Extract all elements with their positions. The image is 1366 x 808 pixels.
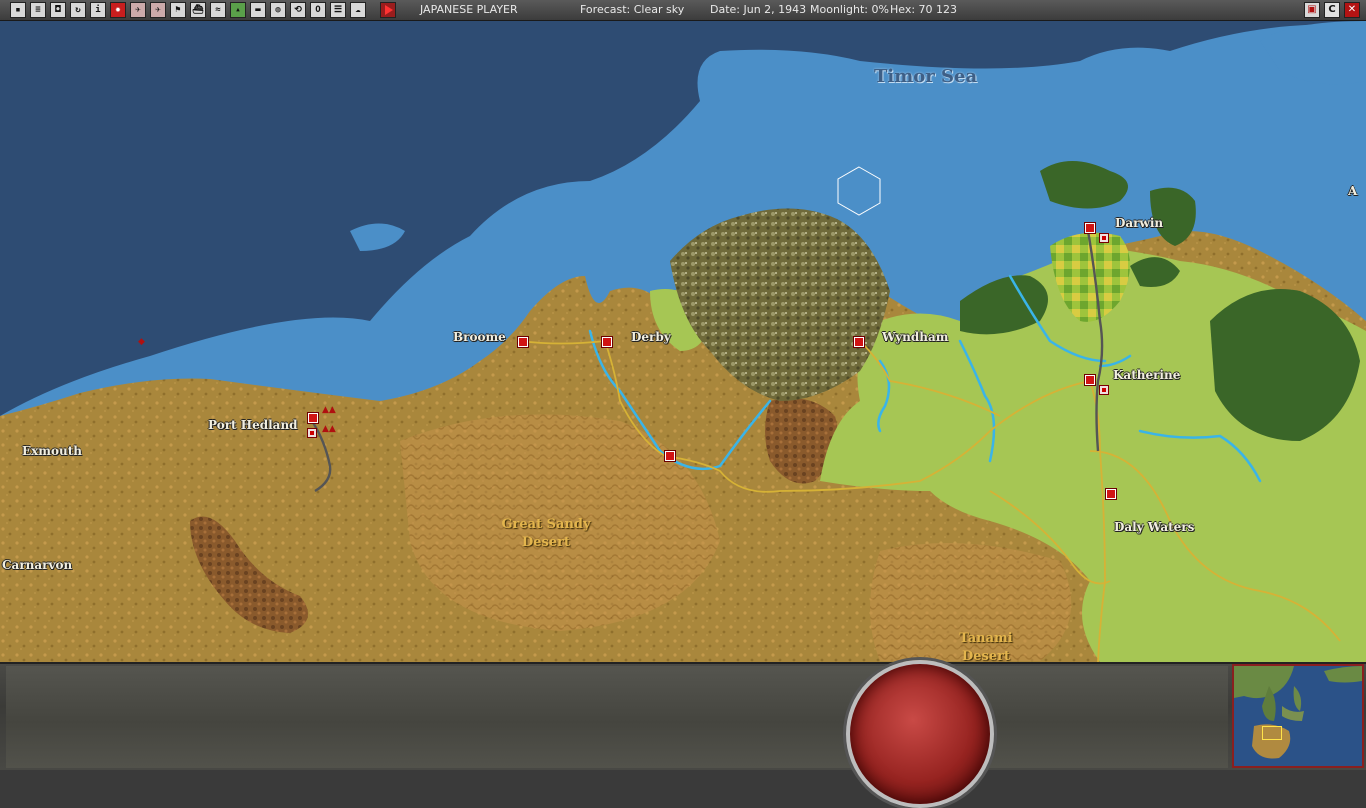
forecast-label: Forecast: Clear sky	[580, 3, 685, 16]
base-marker-derby[interactable]	[601, 336, 613, 348]
place-label-exmouth: Exmouth	[22, 444, 82, 458]
place-label-katherine: Katherine	[1113, 368, 1181, 382]
moonlight-label: Moonlight: 0%	[810, 3, 889, 16]
ship-icon[interactable]: ▲▲	[322, 424, 336, 434]
bottom-panel	[0, 660, 1366, 808]
terrain-icon[interactable]: ▴	[230, 2, 246, 18]
unit-marker-katherine[interactable]	[1099, 385, 1109, 395]
minimap-terrain	[1234, 666, 1362, 766]
player-label: JAPANESE PLAYER	[420, 3, 518, 16]
sea-label-timor: Timor Sea	[874, 66, 978, 87]
close-icon[interactable]: ✕	[1344, 2, 1360, 18]
minimap[interactable]	[1232, 664, 1364, 768]
end-turn-icon[interactable]	[380, 2, 396, 18]
info-panel	[6, 666, 1228, 768]
base-marker-broome[interactable]	[517, 336, 529, 348]
base-marker-port-hedland[interactable]	[307, 412, 319, 424]
place-label-broome: Broome	[453, 330, 506, 344]
c-icon[interactable]: C	[1324, 2, 1340, 18]
top-toolbar: ▪ ≡ ◘ ↻ i ✹ ✈ ✈ ⚑ ⛴ ≈ ▴ ▬ ◍ ⟲ O ☰ ☁ JAPA…	[0, 0, 1366, 21]
place-label-edge: A	[1348, 184, 1358, 198]
unit-marker-darwin[interactable]	[1099, 233, 1109, 243]
base-marker-darwin[interactable]	[1084, 222, 1096, 234]
flag-icon[interactable]: ⚑	[170, 2, 186, 18]
toolbar-icons: ▪ ≡ ◘ ↻ i ✹ ✈ ✈ ⚑ ⛴ ≈ ▴ ▬ ◍ ⟲ O ☰ ☁	[10, 2, 400, 18]
game-map[interactable]: Timor Sea ▲▲ ▲▲ ◆ Broome Derby Wyndham D…	[0, 21, 1366, 662]
place-label-port-hedland: Port Hedland	[208, 418, 298, 432]
save-icon[interactable]: ▪	[10, 2, 26, 18]
window-controls: ▣ C ✕	[1300, 2, 1360, 18]
ship-icon[interactable]: ⛴	[190, 2, 206, 18]
list-icon[interactable]: ☰	[330, 2, 346, 18]
report-icon[interactable]: ≡	[30, 2, 46, 18]
japan-flag-icon[interactable]: ✹	[110, 2, 126, 18]
base-marker-wyndham[interactable]	[853, 336, 865, 348]
place-label-carnarvon: Carnarvon	[2, 558, 73, 572]
fighter-icon[interactable]: ✈	[130, 2, 146, 18]
region-label-tanami-desert: Tanami Desert	[959, 631, 1013, 662]
map-terrain	[0, 21, 1366, 662]
aircraft-icon[interactable]: ◆	[138, 337, 145, 347]
globe-icon[interactable]: ◍	[270, 2, 286, 18]
base-marker-inland[interactable]	[664, 450, 676, 462]
logistics-icon[interactable]: ≈	[210, 2, 226, 18]
info-icon[interactable]: i	[90, 2, 106, 18]
place-label-wyndham: Wyndham	[882, 330, 949, 344]
cycle-icon[interactable]: ⟲	[290, 2, 306, 18]
convoy-icon[interactable]: ▬	[250, 2, 266, 18]
place-label-daly-waters: Daly Waters	[1114, 520, 1195, 534]
minimap-viewport[interactable]	[1262, 726, 1282, 740]
place-label-darwin: Darwin	[1115, 216, 1164, 230]
refresh-icon[interactable]: ↻	[70, 2, 86, 18]
replay-icon[interactable]: ◘	[50, 2, 66, 18]
region-label-great-sandy-desert: Great Sandy Desert	[501, 517, 591, 550]
cloud-icon[interactable]: ☁	[350, 2, 366, 18]
date-label: Date: Jun 2, 1943	[710, 3, 807, 16]
map-icon[interactable]: ▣	[1304, 2, 1320, 18]
base-marker-daly-waters[interactable]	[1105, 488, 1117, 500]
ship-icon[interactable]: ▲▲	[322, 405, 336, 415]
unit-marker-port-hedland[interactable]	[307, 428, 317, 438]
place-label-derby: Derby	[631, 330, 671, 344]
base-marker-katherine[interactable]	[1084, 374, 1096, 386]
end-turn-button[interactable]	[846, 660, 994, 808]
hex-label: Hex: 70 123	[890, 3, 958, 16]
op-icon[interactable]: O	[310, 2, 326, 18]
bomber-icon[interactable]: ✈	[150, 2, 166, 18]
